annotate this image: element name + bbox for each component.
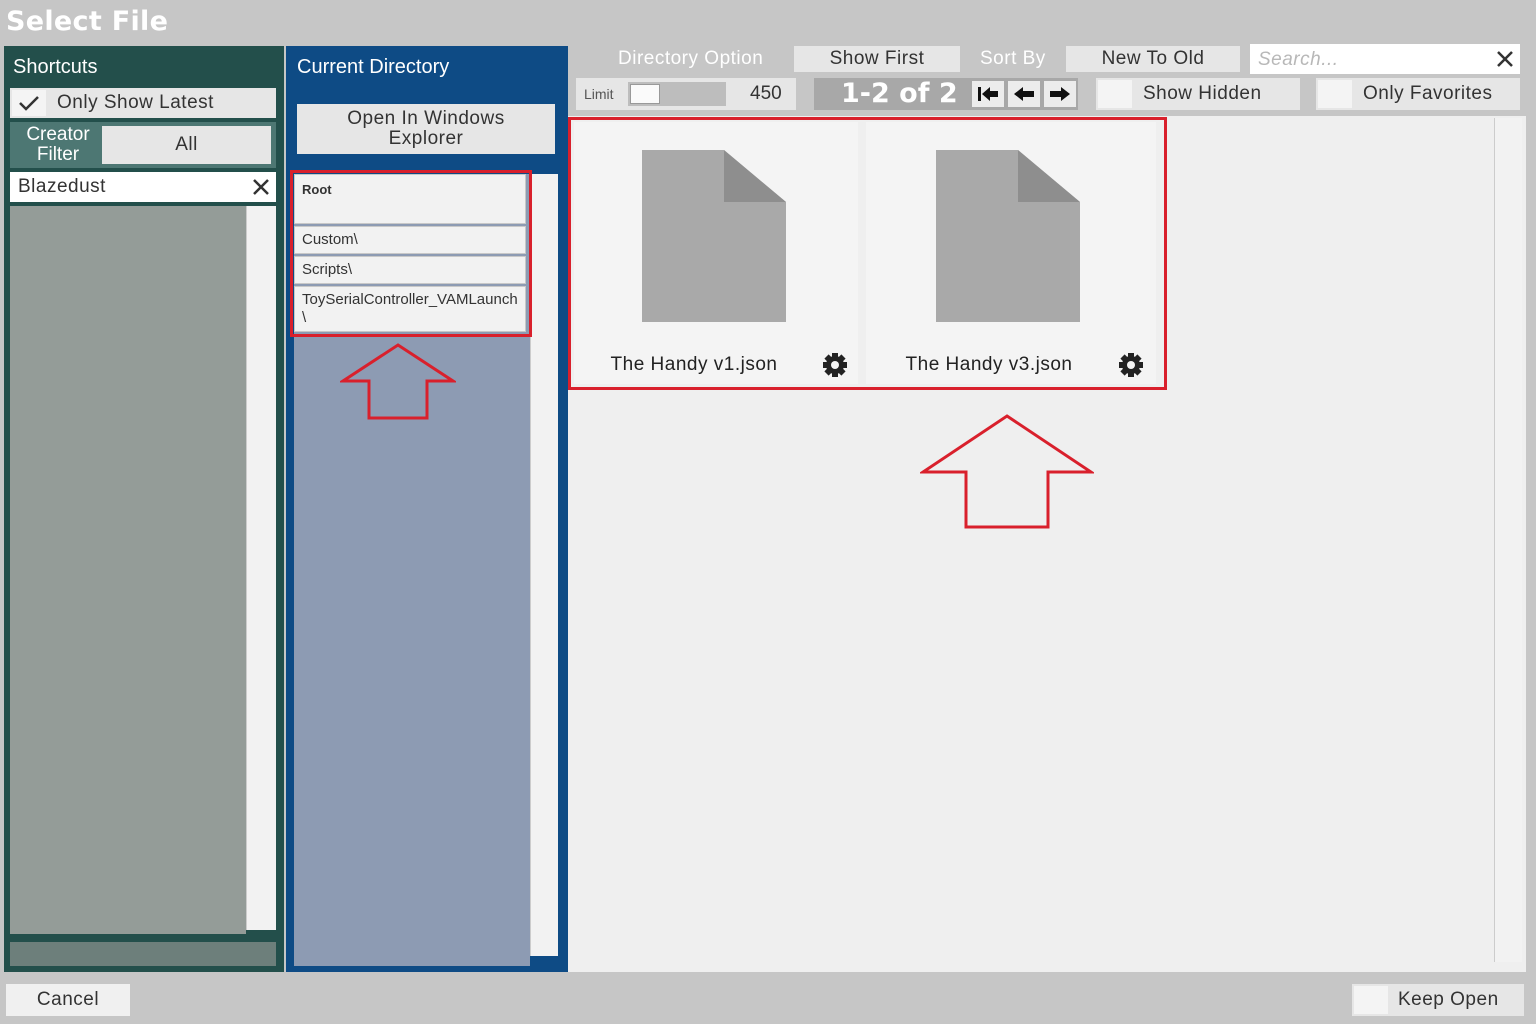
annotation-arrow-up-icon [918,414,1096,535]
only-show-latest-toggle[interactable]: Only Show Latest [10,88,276,118]
check-icon [12,90,46,116]
only-favorites-label: Only Favorites [1363,83,1493,104]
sort-by-label: Sort By [980,48,1046,69]
limit-slider-handle[interactable] [630,84,660,104]
current-directory-header: Current Directory [297,56,450,78]
first-page-icon[interactable] [972,81,1004,107]
highlight-box-files [568,117,1167,390]
search-placeholder: Search... [1258,49,1339,70]
limit-label: Limit [584,86,614,102]
open-in-explorer-button[interactable]: Open In Windows Explorer [297,104,555,154]
pagination-bar: 1-2 of 2 [814,78,1078,110]
show-first-dropdown[interactable]: Show First [794,46,960,72]
keep-open-toggle[interactable]: Keep Open [1352,984,1524,1016]
annotation-arrow-up-icon [337,343,459,426]
limit-slider-row: Limit 450 [576,78,796,110]
cancel-button[interactable]: Cancel [6,984,130,1016]
next-page-icon[interactable] [1044,81,1076,107]
window-title: Select File [6,6,169,37]
show-hidden-label: Show Hidden [1143,83,1262,104]
sort-order-dropdown[interactable]: New To Old [1066,46,1240,72]
limit-value: 450 [750,83,782,104]
open-in-explorer-label: Open In Windows Explorer [347,108,505,149]
creator-filter-label: Creator Filter [26,124,90,165]
limit-slider[interactable] [628,82,726,106]
only-favorites-checkbox[interactable] [1318,80,1352,108]
shortcuts-list[interactable] [10,206,246,934]
creator-filter-dropdown[interactable]: All [102,126,271,164]
shortcuts-header: Shortcuts [13,56,98,78]
keep-open-label: Keep Open [1398,989,1499,1010]
search-field[interactable]: Search... [1250,44,1520,74]
highlight-box-directories [290,170,532,337]
files-scrollbar[interactable] [1494,118,1522,962]
creator-search-value: Blazedust [18,176,106,197]
only-favorites-toggle[interactable]: Only Favorites [1316,78,1520,110]
directory-scrollbar[interactable] [530,174,558,956]
clear-icon[interactable] [250,176,272,198]
page-info: 1-2 of 2 [841,78,958,109]
creator-search-field[interactable]: Blazedust [10,172,276,202]
creator-filter-row: Creator Filter All [10,122,276,168]
shortcuts-scrollbar[interactable] [246,206,276,930]
keep-open-checkbox[interactable] [1354,986,1388,1014]
shortcuts-hscrollbar[interactable] [10,942,276,966]
directory-option-label: Directory Option [618,48,764,69]
show-hidden-checkbox[interactable] [1098,80,1132,108]
prev-page-icon[interactable] [1008,81,1040,107]
only-show-latest-label: Only Show Latest [57,92,214,113]
show-hidden-toggle[interactable]: Show Hidden [1096,78,1300,110]
close-icon[interactable] [1494,48,1516,70]
